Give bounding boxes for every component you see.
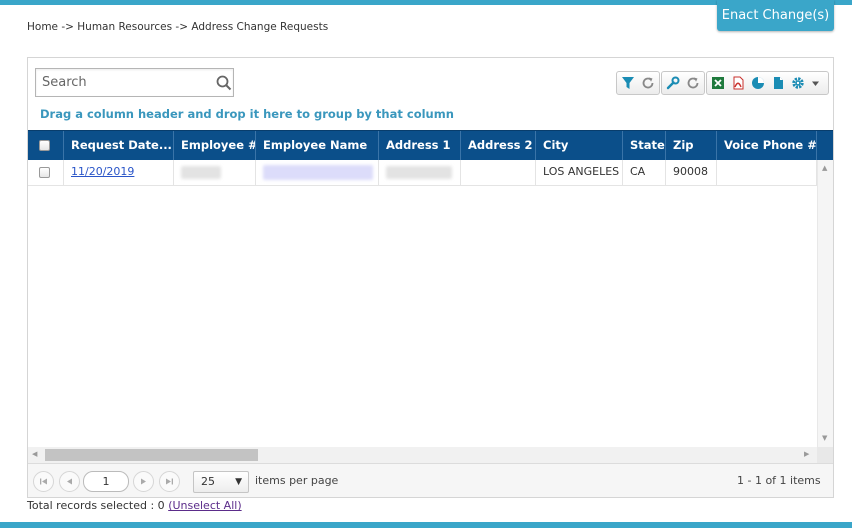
column-header-voice-phone[interactable]: Voice Phone # [717,131,817,160]
filter-tool-group [616,71,660,95]
group-by-hint: Drag a column header and drop it here to… [40,107,454,121]
total-records-selected: Total records selected : 0 (Unselect All… [27,499,242,512]
page-size-select[interactable]: 25 ▼ [193,471,249,493]
scroll-down-icon[interactable]: ▼ [822,434,827,442]
refresh-icon[interactable] [683,73,703,93]
scroll-right-icon[interactable]: ▶ [804,450,809,458]
employee-number-cell [174,160,256,186]
filter-icon[interactable] [618,73,638,93]
gear-icon[interactable] [788,73,808,93]
bottom-accent-bar [0,522,852,528]
column-header-employee-name[interactable]: Employee Name [256,131,379,160]
horizontal-scrollbar[interactable]: ◀ ▶ [28,447,817,463]
pager-summary: 1 - 1 of 1 items [737,474,821,487]
row-checkbox[interactable] [39,166,50,178]
select-all-cell [28,131,64,160]
total-records-label: Total records selected : 0 [27,499,165,512]
state-cell: CA [623,160,666,186]
row-select-cell [28,160,64,186]
items-per-page-label: items per page [255,474,339,487]
request-date-link[interactable]: 11/20/2019 [71,165,134,178]
breadcrumb: Home -> Human Resources -> Address Chang… [27,21,329,33]
last-page-icon[interactable] [159,471,180,492]
export-tool-group [706,71,829,95]
address1-cell [379,160,461,186]
city-cell: LOS ANGELES [536,160,623,186]
column-header-address1[interactable]: Address 1 [379,131,461,160]
next-page-icon[interactable] [133,471,154,492]
voice-phone-cell [717,160,817,186]
chevron-down-icon: ▼ [235,477,242,487]
redacted-block [263,164,373,180]
grid-header: Request Date... Employee # Employee Name… [28,130,833,160]
request-date-cell: 11/20/2019 [64,160,174,186]
scroll-up-icon[interactable]: ▲ [822,164,827,172]
chart-icon[interactable] [748,73,768,93]
column-header-employee-number[interactable]: Employee # [174,131,256,160]
horizontal-scroll-thumb[interactable] [45,449,258,461]
column-header-state[interactable]: State [623,131,666,160]
grid-panel: Drag a column header and drop it here to… [27,57,834,498]
column-header-city[interactable]: City [536,131,623,160]
enact-changes-button[interactable]: Enact Change(s) [717,0,834,31]
refresh-icon[interactable] [638,73,658,93]
unselect-all-link[interactable]: (Unselect All) [168,499,241,512]
table-row[interactable]: 11/20/2019 LOS ANGELES CA 90008 [28,160,817,186]
pager: 1 25 ▼ items per page 1 - 1 of 1 items [28,463,833,497]
redacted-block [181,165,221,179]
zip-cell: 90008 [666,160,717,186]
settings-tool-group [661,71,705,95]
select-all-checkbox[interactable] [39,140,50,151]
vertical-scrollbar[interactable]: ▲ ▼ [817,160,833,447]
excel-icon[interactable] [708,73,728,93]
current-page-input[interactable]: 1 [83,471,129,492]
wrench-icon[interactable] [663,73,683,93]
dropdown-arrow-icon[interactable] [808,73,822,93]
search-input[interactable] [36,69,211,96]
scroll-left-icon[interactable]: ◀ [32,450,37,458]
column-header-address2[interactable]: Address 2 [461,131,536,160]
page-size-value: 25 [201,475,215,488]
column-header-zip[interactable]: Zip [666,131,717,160]
search-icon[interactable] [215,74,233,92]
redacted-block [386,165,452,179]
column-header-request-date[interactable]: Request Date... [64,131,174,160]
pdf-icon[interactable] [728,73,748,93]
first-page-icon[interactable] [33,471,54,492]
previous-page-icon[interactable] [59,471,80,492]
document-icon[interactable] [768,73,788,93]
address2-cell [461,160,536,186]
grid-body: 11/20/2019 LOS ANGELES CA 90008 [28,160,833,446]
search-box [35,68,234,97]
scrollbar-corner [817,447,833,463]
employee-name-cell [256,160,379,186]
